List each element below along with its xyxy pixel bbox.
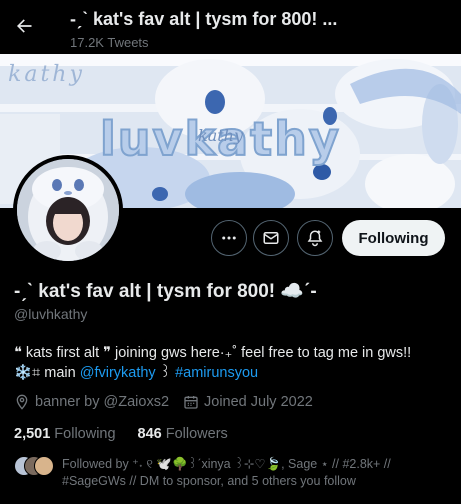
avatar[interactable]: [13, 155, 123, 265]
joined-item: Joined July 2022: [183, 394, 313, 410]
following-count: 2,501: [14, 426, 51, 442]
bio-main-prefix: ❄️⌗ main: [14, 365, 80, 381]
following-button[interactable]: Following: [342, 220, 445, 256]
location-item: banner by @Zaioxs2: [14, 394, 169, 410]
more-button[interactable]: [211, 220, 247, 256]
follower-avatar: [34, 456, 54, 476]
location-text: banner by @Zaioxs2: [35, 394, 170, 410]
handle: @luvhkathy: [14, 306, 88, 322]
following-label: Following: [54, 426, 116, 442]
profile-meta: banner by @Zaioxs2 Joined July 2022: [14, 394, 327, 410]
back-button[interactable]: [8, 10, 40, 42]
tweets-count: 17.2K Tweets: [70, 35, 149, 50]
follow-stats: 2,501 Following 846 Followers: [14, 426, 250, 442]
message-icon: [263, 232, 279, 244]
following-link[interactable]: 2,501 Following: [14, 426, 116, 442]
followers-link[interactable]: 846 Followers: [138, 426, 228, 442]
bio-hashtag-link[interactable]: #amirunsyou: [175, 365, 258, 381]
header-title: -ˏˋ kat's fav alt | tysm for 800! ...: [70, 9, 338, 29]
joined-text: Joined July 2022: [204, 394, 313, 410]
top-bar: -ˏˋ kat's fav alt | tysm for 800! ... 17…: [0, 0, 461, 54]
banner-overlay-text: kathy: [198, 126, 244, 145]
followed-by-avatars[interactable]: [14, 456, 54, 476]
bio: ❝ kats first alt ❞ joining gws here·₊˚ f…: [14, 343, 454, 383]
bio-line-2: ❄️⌗ main @fvirykathy ꒱ #amirunsyou: [14, 363, 454, 383]
calendar-icon: [184, 396, 198, 409]
message-button[interactable]: [253, 220, 289, 256]
banner-script-text: kathy: [8, 62, 85, 87]
bio-mention-link[interactable]: @fvirykathy: [80, 365, 156, 381]
notification-bell-icon: [307, 230, 323, 247]
display-name: -ˏˋ kat's fav alt | tysm for 800! ☁️ˊ-: [14, 281, 317, 302]
notifications-button[interactable]: [297, 220, 333, 256]
followers-label: Followers: [165, 426, 228, 442]
bio-line-1: ❝ kats first alt ❞ joining gws here·₊˚ f…: [14, 345, 412, 361]
avatar-image: [17, 159, 119, 261]
bio-separator: ꒱: [155, 365, 176, 381]
followed-by-text[interactable]: Followed by ⁺˖ ୧ 🕊️🌳꒱ˊxinya ꒱⊹♡🍃, Sage ⋆…: [62, 456, 452, 490]
location-icon: [16, 394, 28, 410]
followers-count: 846: [137, 426, 162, 442]
back-arrow-icon: [17, 19, 32, 33]
more-icon: [222, 236, 236, 240]
